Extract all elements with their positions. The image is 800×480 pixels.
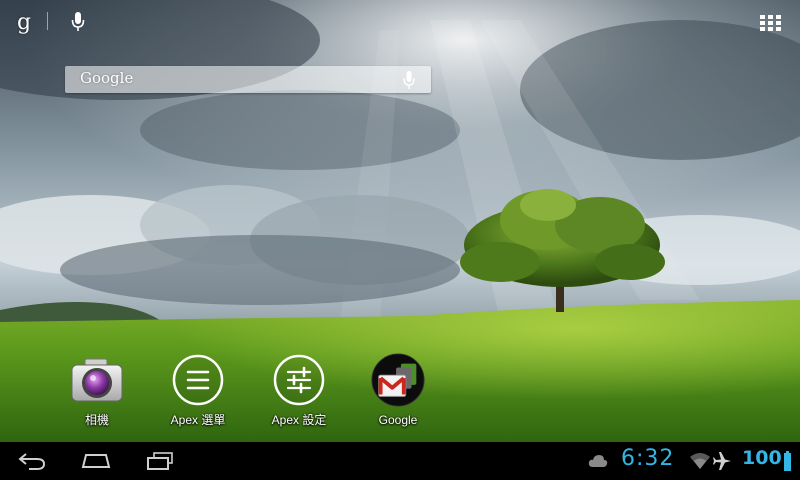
shortcut-label: Apex 設定 <box>271 413 327 427</box>
google-glyph: g <box>16 9 32 35</box>
cloud-notification-icon[interactable] <box>588 453 608 467</box>
camera-icon <box>69 352 125 408</box>
shortcut-label: Apex 選單 <box>170 413 226 427</box>
shortcut-apex-settings[interactable]: Apex 設定 <box>254 352 344 432</box>
google-search-bar[interactable]: Google <box>65 66 431 93</box>
back-icon[interactable] <box>12 448 52 474</box>
system-bar: 6:32 100 <box>0 442 800 480</box>
microphone-icon[interactable] <box>399 68 419 91</box>
google-folder-icon <box>370 352 426 408</box>
wifi-icon <box>690 453 710 469</box>
google-search-icon[interactable]: g <box>10 8 38 36</box>
shortcut-label: 相機 <box>84 413 109 427</box>
clock[interactable]: 6:32 <box>621 446 674 471</box>
shortcut-google-folder[interactable]: Google <box>353 352 443 432</box>
battery-percentage: 100 <box>742 447 782 469</box>
search-placeholder: Google <box>80 69 134 87</box>
shortcut-apex-menu[interactable]: Apex 選單 <box>153 352 243 432</box>
apex-settings-icon <box>271 352 327 408</box>
all-apps-grid-icon[interactable] <box>756 8 786 38</box>
voice-search-icon[interactable] <box>66 8 90 36</box>
home-icon[interactable] <box>76 448 116 474</box>
shortcut-label: Google <box>378 413 418 427</box>
battery-icon <box>784 451 791 471</box>
top-separator <box>47 12 48 30</box>
apex-menu-icon <box>170 352 226 408</box>
airplane-icon <box>712 452 732 470</box>
shortcut-camera[interactable]: 相機 <box>52 352 142 432</box>
recent-apps-icon[interactable] <box>140 448 180 474</box>
